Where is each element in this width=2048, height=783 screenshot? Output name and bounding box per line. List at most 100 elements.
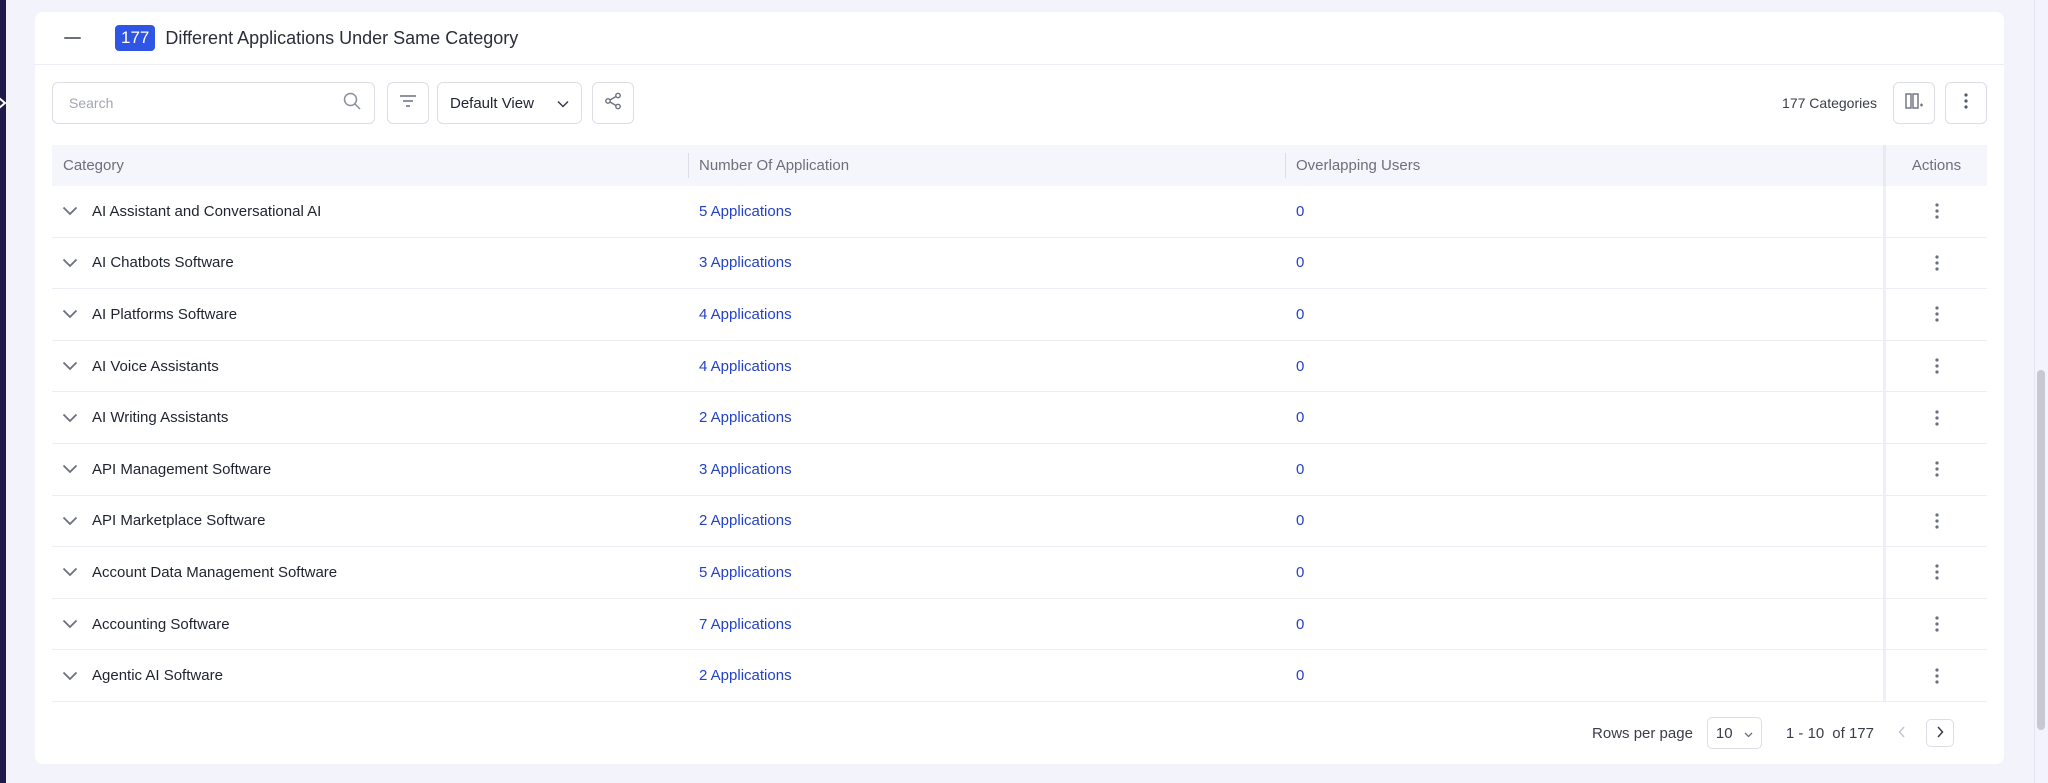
overlapping-users-link[interactable]: 0: [1296, 564, 1304, 581]
category-cell: Accounting Software: [52, 599, 689, 650]
applications-cell: 5 Applications: [689, 547, 1286, 598]
overlapping-users-cell: 0: [1286, 650, 1883, 701]
overlapping-users-cell: 0: [1286, 186, 1883, 237]
applications-cell: 3 Applications: [689, 444, 1286, 495]
applications-link[interactable]: 2 Applications: [699, 667, 792, 684]
applications-link[interactable]: 3 Applications: [699, 461, 792, 478]
applications-link[interactable]: 5 Applications: [699, 564, 792, 581]
column-header-category[interactable]: Category: [52, 145, 689, 186]
category-cell: Account Data Management Software: [52, 547, 689, 598]
overlapping-users-link[interactable]: 0: [1296, 409, 1304, 426]
table-row[interactable]: AI Assistant and Conversational AI 5 Appl…: [52, 186, 1987, 238]
overlap-section-card: 177 Different Applications Under Same Ca…: [35, 12, 2004, 764]
column-settings-button[interactable]: [1893, 82, 1935, 124]
category-name: Agentic AI Software: [92, 667, 223, 685]
search-input[interactable]: [69, 95, 342, 111]
search-icon[interactable]: [342, 91, 362, 116]
more-options-button[interactable]: [1945, 82, 1987, 124]
overlapping-users-link[interactable]: 0: [1296, 461, 1304, 478]
count-badge: 177: [115, 25, 156, 51]
applications-link[interactable]: 5 Applications: [699, 203, 792, 220]
actions-cell: [1883, 237, 1987, 289]
table-row[interactable]: API Management Software 3 Applications 0: [52, 443, 1987, 496]
rows-per-page-select[interactable]: 10: [1706, 717, 1762, 749]
row-actions-icon[interactable]: [1925, 507, 1949, 535]
page-total: of 177: [1832, 724, 1874, 742]
categories-count: 177 Categories: [1782, 95, 1877, 111]
previous-page-button[interactable]: [1888, 719, 1916, 747]
more-vertical-icon: [1963, 92, 1969, 115]
overlapping-users-link[interactable]: 0: [1296, 306, 1304, 323]
expand-row-icon[interactable]: [62, 667, 80, 685]
category-name: API Management Software: [92, 460, 272, 478]
table-row[interactable]: AI Chatbots Software 3 Applications 0: [52, 237, 1987, 290]
row-actions-icon[interactable]: [1925, 455, 1949, 483]
overlapping-users-cell: 0: [1286, 496, 1883, 547]
applications-cell: 2 Applications: [689, 392, 1286, 443]
rows-per-page-label: Rows per page: [1592, 724, 1693, 742]
actions-cell: [1883, 598, 1987, 650]
category-cell: API Marketplace Software: [52, 496, 689, 547]
actions-cell: [1883, 340, 1987, 392]
chevron-down-icon: [1744, 725, 1753, 742]
expand-row-icon[interactable]: [62, 357, 80, 375]
categories-table: Category Number Of Application Overlappi…: [52, 145, 1987, 702]
table-row[interactable]: Account Data Management Software 5 Applic…: [52, 547, 1987, 599]
chevron-left-icon: [1898, 725, 1906, 742]
expand-row-icon[interactable]: [62, 305, 80, 323]
overlapping-users-cell: 0: [1286, 289, 1883, 340]
expand-row-icon[interactable]: [62, 202, 80, 220]
filter-button[interactable]: [387, 82, 429, 124]
applications-link[interactable]: 4 Applications: [699, 306, 792, 323]
column-header-overlapping-users[interactable]: Overlapping Users: [1286, 145, 1883, 186]
applications-cell: 7 Applications: [689, 599, 1286, 650]
expand-row-icon[interactable]: [62, 254, 80, 272]
applications-link[interactable]: 3 Applications: [699, 254, 792, 271]
collapse-section-button[interactable]: [57, 23, 87, 53]
left-navigation-rail: [0, 0, 6, 783]
table-row[interactable]: API Marketplace Software 2 Applications 0: [52, 495, 1987, 548]
overlapping-users-link[interactable]: 0: [1296, 512, 1304, 529]
expand-row-icon[interactable]: [62, 563, 80, 581]
row-actions-icon[interactable]: [1925, 249, 1949, 277]
category-name: Account Data Management Software: [92, 563, 338, 581]
expand-row-icon[interactable]: [62, 512, 80, 530]
table-row[interactable]: AI Voice Assistants 4 Applications 0: [52, 340, 1987, 393]
page-range: 1 - 10: [1785, 724, 1825, 742]
overlapping-users-link[interactable]: 0: [1296, 203, 1304, 220]
expand-sidebar-icon[interactable]: [0, 93, 10, 113]
actions-cell: [1883, 547, 1987, 598]
applications-link[interactable]: 4 Applications: [699, 358, 792, 375]
table-row[interactable]: AI Platforms Software 4 Applications 0: [52, 289, 1987, 341]
next-page-button[interactable]: [1926, 719, 1954, 747]
scrollbar-thumb[interactable]: [2037, 370, 2045, 730]
overlapping-users-link[interactable]: 0: [1296, 616, 1304, 633]
view-selector[interactable]: Default View: [437, 82, 582, 124]
overlapping-users-cell: 0: [1286, 547, 1883, 598]
row-actions-icon[interactable]: [1925, 404, 1949, 432]
table-row[interactable]: AI Writing Assistants 2 Applications 0: [52, 392, 1987, 444]
expand-row-icon[interactable]: [62, 409, 80, 427]
table-row[interactable]: Agentic AI Software 2 Applications 0: [52, 650, 1987, 702]
search-field[interactable]: [52, 82, 375, 124]
overlapping-users-link[interactable]: 0: [1296, 667, 1304, 684]
applications-link[interactable]: 7 Applications: [699, 616, 792, 633]
table-row[interactable]: Accounting Software 7 Applications 0: [52, 598, 1987, 651]
row-actions-icon[interactable]: [1925, 558, 1949, 586]
row-actions-icon[interactable]: [1925, 610, 1949, 638]
expand-row-icon[interactable]: [62, 460, 80, 478]
overlapping-users-link[interactable]: 0: [1296, 358, 1304, 375]
share-button[interactable]: [592, 82, 634, 124]
column-header-applications[interactable]: Number Of Application: [689, 145, 1286, 186]
page-scrollbar[interactable]: [2034, 0, 2048, 783]
row-actions-icon[interactable]: [1925, 662, 1949, 690]
row-actions-icon[interactable]: [1925, 197, 1949, 225]
overlapping-users-cell: 0: [1286, 392, 1883, 443]
expand-row-icon[interactable]: [62, 615, 80, 633]
row-actions-icon[interactable]: [1925, 352, 1949, 380]
overlapping-users-link[interactable]: 0: [1296, 254, 1304, 271]
applications-link[interactable]: 2 Applications: [699, 409, 792, 426]
applications-link[interactable]: 2 Applications: [699, 512, 792, 529]
overlapping-users-cell: 0: [1286, 238, 1883, 289]
row-actions-icon[interactable]: [1925, 300, 1949, 328]
